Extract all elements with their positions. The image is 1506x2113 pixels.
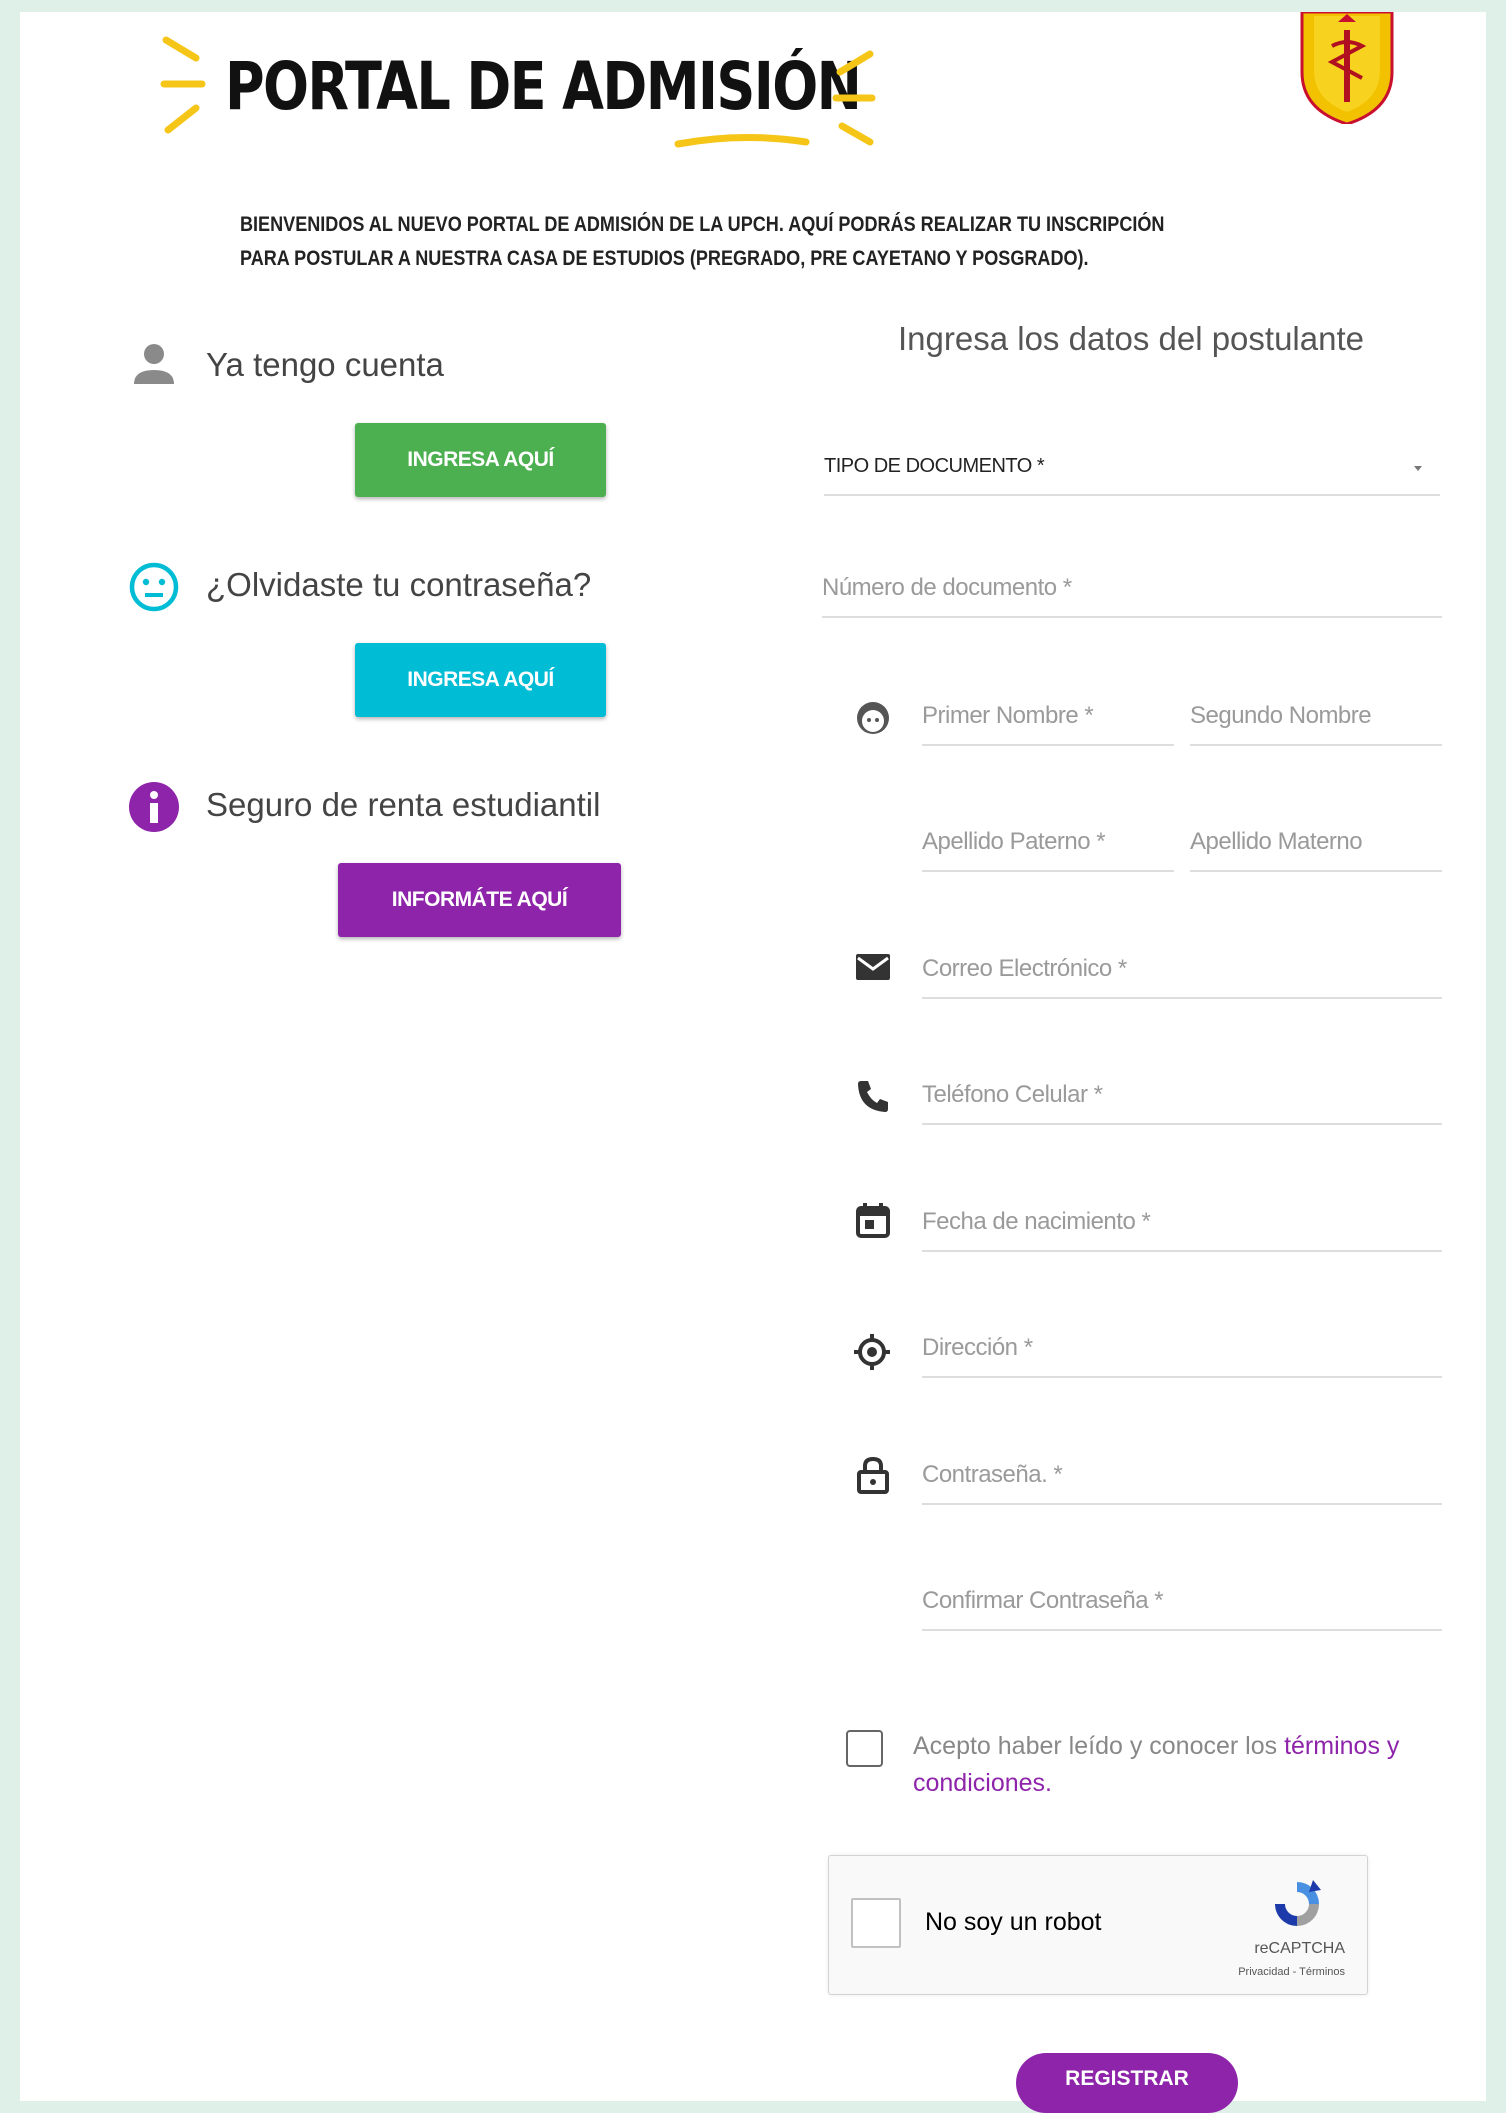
terms-prefix: Acepto haber leído y conocer los bbox=[913, 1732, 1278, 1760]
phone-placeholder: Teléfono Celular * bbox=[922, 1081, 1103, 1108]
recaptcha-logo-icon bbox=[1275, 1880, 1321, 1926]
document-number-placeholder: Número de documento * bbox=[822, 574, 1072, 601]
paternal-surname-field[interactable]: Apellido Paterno * bbox=[922, 814, 1174, 872]
second-name-placeholder: Segundo Nombre bbox=[1190, 702, 1372, 729]
first-name-placeholder: Primer Nombre * bbox=[922, 702, 1094, 729]
address-placeholder: Dirección * bbox=[922, 1334, 1033, 1361]
info-icon bbox=[129, 782, 179, 832]
intro-line-1: BIENVENIDOS AL NUEVO PORTAL DE ADMISIÓN … bbox=[240, 213, 1165, 236]
paternal-surname-placeholder: Apellido Paterno * bbox=[922, 828, 1106, 855]
terms-checkbox[interactable] bbox=[846, 1730, 883, 1767]
recaptcha-label: No soy un robot bbox=[925, 1908, 1102, 1936]
spark-left-decoration bbox=[160, 36, 206, 134]
forgot-password-label: ¿Olvidaste tu contraseña? bbox=[206, 566, 592, 603]
register-button[interactable]: REGISTRAR bbox=[1016, 2053, 1238, 2113]
confirm-password-field[interactable]: Confirmar Contraseña * bbox=[922, 1573, 1442, 1631]
confirm-password-placeholder: Confirmar Contraseña * bbox=[922, 1587, 1164, 1614]
second-name-field[interactable]: Segundo Nombre bbox=[1190, 688, 1442, 746]
terms-text: Acepto haber leído y conocer los término… bbox=[913, 1728, 1453, 1802]
insurance-button[interactable]: INFORMÁTE AQUÍ bbox=[338, 863, 621, 937]
recaptcha-checkbox[interactable] bbox=[851, 1898, 901, 1948]
intro-line-2: PARA POSTULAR A NUESTRA CASA DE ESTUDIOS… bbox=[240, 247, 1089, 270]
person-icon bbox=[134, 344, 174, 384]
neutral-face-icon bbox=[129, 562, 179, 612]
account-label: Ya tengo cuenta bbox=[206, 346, 444, 383]
face-icon bbox=[857, 702, 889, 734]
phone-field[interactable]: Teléfono Celular * bbox=[922, 1067, 1442, 1125]
address-field[interactable]: Dirección * bbox=[922, 1320, 1442, 1378]
password-placeholder: Contraseña. * bbox=[922, 1461, 1063, 1488]
maternal-surname-field[interactable]: Apellido Materno bbox=[1190, 814, 1442, 872]
forgot-password-button[interactable]: INGRESA AQUÍ bbox=[355, 643, 606, 717]
intro-text: BIENVENIDOS AL NUEVO PORTAL DE ADMISIÓN … bbox=[240, 208, 1186, 276]
spark-right-decoration bbox=[832, 50, 876, 146]
birth-date-field[interactable]: Fecha de nacimiento * bbox=[922, 1194, 1442, 1252]
email-placeholder: Correo Electrónico * bbox=[922, 955, 1127, 982]
document-number-field[interactable]: Número de documento * bbox=[822, 560, 1442, 618]
recaptcha-brand: reCAPTCHA bbox=[1254, 1940, 1345, 1957]
login-button[interactable]: INGRESA AQUÍ bbox=[355, 423, 606, 497]
first-name-field[interactable]: Primer Nombre * bbox=[922, 688, 1174, 746]
password-field[interactable]: Contraseña. * bbox=[922, 1447, 1442, 1505]
document-type-select[interactable]: TIPO DE DOCUMENTO * bbox=[824, 438, 1440, 496]
title-underline-decoration bbox=[674, 133, 810, 148]
lock-icon bbox=[857, 1456, 889, 1494]
email-field[interactable]: Correo Electrónico * bbox=[922, 941, 1442, 999]
recaptcha-links[interactable]: Privacidad - Términos bbox=[1238, 1966, 1345, 1978]
phone-icon bbox=[858, 1081, 888, 1112]
page-title: PORTAL DE ADMISIÓN bbox=[225, 48, 862, 125]
recaptcha-widget: No soy un robot reCAPTCHA Privacidad - T… bbox=[828, 1855, 1368, 1995]
form-title: Ingresa los datos del postulante bbox=[898, 320, 1364, 357]
email-icon bbox=[856, 954, 890, 980]
birth-date-placeholder: Fecha de nacimiento * bbox=[922, 1208, 1151, 1235]
document-type-value: TIPO DE DOCUMENTO * bbox=[824, 454, 1045, 477]
chevron-down-icon bbox=[1414, 466, 1422, 471]
location-target-icon bbox=[854, 1334, 890, 1370]
university-crest-logo bbox=[1300, 12, 1394, 124]
maternal-surname-placeholder: Apellido Materno bbox=[1190, 828, 1363, 855]
calendar-icon bbox=[856, 1203, 890, 1238]
insurance-label: Seguro de renta estudiantil bbox=[206, 786, 601, 823]
